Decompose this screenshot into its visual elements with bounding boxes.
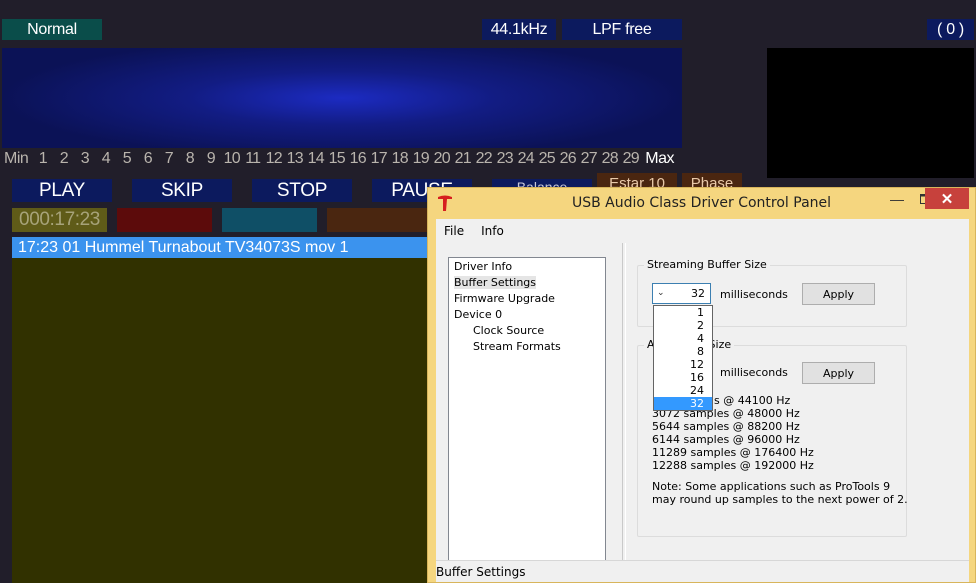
scale-number: 21 [454,150,472,167]
scale-max-label: Max [645,150,675,167]
asio-unit-label: milliseconds [720,366,788,379]
menu-file[interactable]: File [436,224,473,238]
scale-number: 3 [80,150,90,167]
scale-number: 18 [391,150,409,167]
streaming-buffer-select[interactable]: ⌄ 32 [652,283,711,304]
note-line-2: may round up samples to the next power o… [652,493,908,506]
scale-number: 25 [538,150,556,167]
time-display: 000:17:23 [12,208,107,232]
scale-number: 8 [185,150,195,167]
scale-number: 13 [286,150,304,167]
scale-number: 20 [433,150,451,167]
meter-cyan [222,208,317,232]
scale-number: 17 [370,150,388,167]
scale-number: 9 [206,150,216,167]
scale-number: 28 [601,150,619,167]
scale-number: 7 [164,150,174,167]
dropdown-option[interactable]: 1 [654,306,712,319]
sample-rate-indicator: 44.1kHz [482,19,556,40]
scale-number: 29 [622,150,640,167]
driver-control-panel-window: USB Audio Class Driver Control Panel — ✕… [427,187,976,583]
asio-apply-button[interactable]: Apply [802,362,875,384]
close-icon[interactable]: ✕ [925,188,969,209]
scale-number: 6 [143,150,153,167]
note-line-1: Note: Some applications such as ProTools… [652,480,891,493]
scale-number: 16 [349,150,367,167]
scale-number: 2 [59,150,69,167]
chevron-down-icon: ⌄ [657,288,665,298]
scale-number: 24 [517,150,535,167]
tree-item-label: Buffer Settings [454,276,537,289]
scale-number: 19 [412,150,430,167]
scale-number: 4 [101,150,111,167]
scale-number: 26 [559,150,577,167]
streaming-apply-button[interactable]: Apply [802,283,875,305]
dropdown-option[interactable]: 24 [654,384,712,397]
dropdown-option[interactable]: 32 [654,397,712,410]
tree-item[interactable]: Device 0 [449,307,605,323]
tree-item[interactable]: Firmware Upgrade [449,291,605,307]
dropdown-option[interactable]: 16 [654,371,712,384]
menu-info[interactable]: Info [473,224,513,238]
meter-brown [327,208,427,232]
tree-item[interactable]: Driver Info [449,259,605,275]
mode-indicator[interactable]: Normal [2,19,102,40]
scale-number: 22 [475,150,493,167]
playlist[interactable]: 17:23 01 Hummel Turnabout TV34073S mov 1 [12,237,432,583]
scale-numbers: 1 2 3 4 5 6 7 8 9 10 11 12 13 14 15 16 17 18 19 20 21 22 23 24 2… [32,150,641,168]
scale-number: 14 [307,150,325,167]
scale-number: 1 [38,150,48,167]
dropdown-option[interactable]: 12 [654,358,712,371]
skip-button[interactable]: SKIP [132,179,232,202]
status-bar: Buffer Settings [436,560,969,582]
tree-item-label: Clock Source [473,324,545,337]
menu-bar: File Info [436,219,969,243]
buffer-size-dropdown-list[interactable]: 1 2 4 8 12 16 24 32 [653,305,713,411]
scale-number: 27 [580,150,598,167]
asio-sample-line: 5644 samples @ 88200 Hz [652,420,800,433]
dropdown-option[interactable]: 4 [654,332,712,345]
streaming-unit-label: milliseconds [720,288,788,301]
tree-item[interactable]: Clock Source [449,323,605,339]
minimize-icon[interactable]: — [883,188,911,209]
tree-item-label: Firmware Upgrade [454,292,555,305]
left-pane: Driver Info Buffer Settings Firmware Upgra… [436,243,623,571]
asio-sample-line: s @ 44100 Hz [714,394,791,407]
dropdown-option[interactable]: 8 [654,345,712,358]
level-scale: Min 1 2 3 4 5 6 7 8 9 10 11 12 13 14 15 16 17 18 19 20 21 22 2… [4,150,684,168]
meter-red [117,208,212,232]
streaming-buffer-title: Streaming Buffer Size [644,258,770,271]
tree-item[interactable]: Buffer Settings [449,275,605,291]
tree-item-label: Device 0 [454,308,503,321]
scale-number: 12 [265,150,283,167]
video-panel [767,48,974,178]
scale-min-label: Min [4,150,29,167]
asio-sample-line: 6144 samples @ 96000 Hz [652,433,800,446]
asio-sample-line: 12288 samples @ 192000 Hz [652,459,814,472]
dropdown-option[interactable]: 2 [654,319,712,332]
scale-number: 23 [496,150,514,167]
play-button[interactable]: PLAY [12,179,112,202]
tree-item-label: Driver Info [454,260,513,273]
tree-item-label: Stream Formats [473,340,561,353]
stop-button[interactable]: STOP [252,179,352,202]
scale-number: 10 [223,150,241,167]
filter-indicator[interactable]: LPF free [562,19,682,40]
settings-tree[interactable]: Driver Info Buffer Settings Firmware Upgra… [448,257,606,571]
scale-number: 11 [245,150,261,167]
spectrum-display [2,48,682,148]
tree-item[interactable]: Stream Formats [449,339,605,355]
scale-number: 15 [328,150,346,167]
scale-number: 5 [122,150,132,167]
asio-sample-line: 11289 samples @ 176400 Hz [652,446,814,459]
title-bar[interactable]: USB Audio Class Driver Control Panel — ✕ [428,188,975,219]
count-indicator: ( 0 ) [927,19,974,40]
playlist-item[interactable]: 17:23 01 Hummel Turnabout TV34073S mov 1 [12,237,432,258]
